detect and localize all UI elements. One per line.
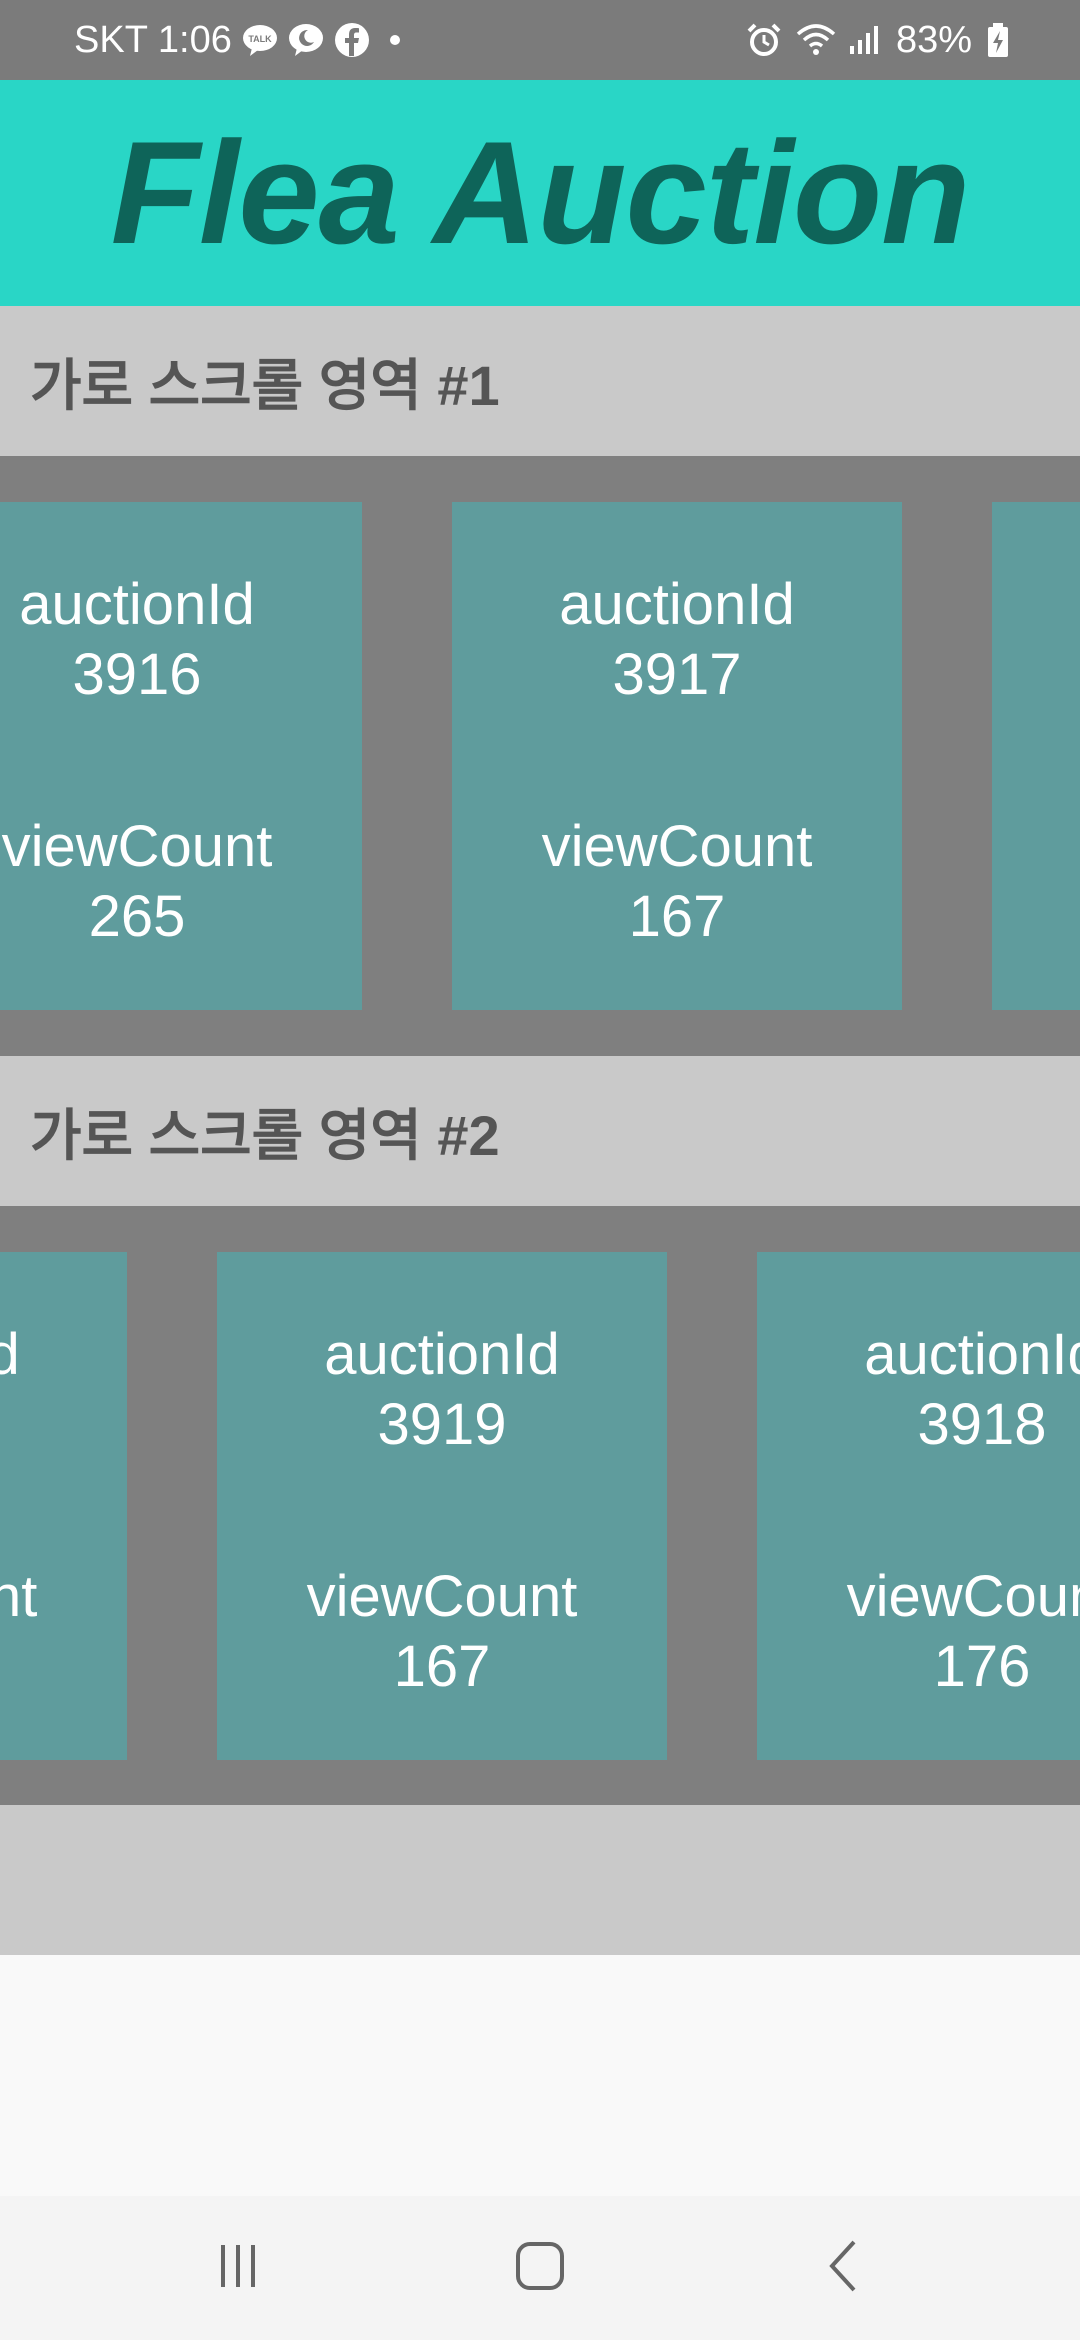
moon-chat-icon [288, 22, 324, 58]
svg-text:TALK: TALK [248, 34, 272, 44]
view-count-label: viewCount [306, 1564, 578, 1629]
clock: 1:06 [157, 18, 232, 61]
auction-card[interactable]: auctionId viewCount [992, 502, 1080, 1010]
bottom-section-strip [0, 1805, 1080, 1955]
auction-id-field: auctionId [992, 570, 1080, 640]
view-count-field: viewCount [992, 812, 1080, 882]
auction-card[interactable]: auctionId viewCount [0, 1252, 127, 1760]
system-nav-bar [0, 2196, 1080, 2340]
auction-id-value: 3917 [612, 642, 742, 707]
facebook-icon [334, 22, 370, 58]
view-count-value: 265 [88, 884, 186, 949]
auction-id-field: auctionId [0, 1320, 127, 1390]
auction-id-value: 3919 [377, 1392, 507, 1457]
auction-id-value: 3916 [72, 642, 202, 707]
wifi-icon [796, 22, 836, 58]
view-count-label: viewCount [992, 812, 1080, 882]
recent-apps-button[interactable] [158, 2196, 318, 2340]
horizontal-scroll-2[interactable]: auctionId viewCount auctionId 3919 viewC… [0, 1206, 1080, 1806]
recent-apps-icon [213, 2241, 263, 2296]
auction-id-label: auctionId [324, 1322, 560, 1387]
app-header: Flea Auction [0, 80, 1080, 306]
auction-id-label: auctionId [559, 572, 795, 637]
kakaotalk-icon: TALK [242, 22, 278, 58]
signal-icon [846, 22, 882, 58]
auction-card[interactable]: auctionId 3918 viewCount 176 [757, 1252, 1080, 1760]
back-button[interactable] [764, 2196, 924, 2340]
notification-dot [389, 35, 400, 45]
view-count-value: 167 [628, 884, 726, 949]
battery-icon [986, 22, 1022, 58]
horizontal-scroll-1[interactable]: auctionId 3916 viewCount 265 auctionId 3… [0, 456, 1080, 1056]
app-title: Flea Auction [110, 111, 971, 274]
view-count-field: viewCount 167 [452, 812, 902, 952]
auction-id-field: auctionId 3918 [757, 1320, 1080, 1460]
view-count-field: viewCount [0, 1562, 127, 1632]
view-count-value: 176 [933, 1634, 1031, 1699]
section-2-label: 가로 스크롤 영역 #2 [30, 1103, 500, 1167]
view-count-label: viewCount [1, 814, 273, 879]
view-count-field: viewCount 265 [0, 812, 362, 952]
auction-id-field: auctionId 3919 [217, 1320, 667, 1460]
auction-id-label: auctionId [864, 1322, 1080, 1387]
home-icon [514, 2240, 566, 2297]
battery-percent: 83% [895, 18, 972, 61]
auction-id-label: auctionId [19, 572, 255, 637]
section-1-label: 가로 스크롤 영역 #1 [30, 353, 500, 417]
section-2-header: 가로 스크롤 영역 #2 [0, 1056, 1080, 1206]
auction-card[interactable]: auctionId 3916 viewCount 265 [0, 502, 362, 1010]
auction-id-field: auctionId 3917 [452, 570, 902, 710]
auction-id-field: auctionId 3916 [0, 570, 362, 710]
auction-id-label: auctionId [992, 570, 1080, 640]
view-count-field: viewCount 167 [217, 1562, 667, 1702]
view-count-value: 167 [393, 1634, 491, 1699]
auction-id-label: auctionId [0, 1322, 20, 1387]
carrier-label: SKT [74, 18, 148, 61]
section-1-header: 가로 스크롤 영역 #1 [0, 306, 1080, 456]
view-count-label: viewCount [0, 1564, 38, 1629]
auction-card[interactable]: auctionId 3919 viewCount 167 [217, 1252, 667, 1760]
status-bar: SKT 1:06 TALK 83% [0, 0, 1080, 80]
auction-id-value: 3918 [917, 1392, 1047, 1457]
alarm-icon [746, 22, 782, 58]
view-count-label: viewCount [846, 1564, 1080, 1629]
auction-card[interactable]: auctionId 3917 viewCount 167 [452, 502, 902, 1010]
view-count-label: viewCount [541, 814, 813, 879]
view-count-field: viewCount 176 [757, 1562, 1080, 1702]
back-icon [824, 2238, 864, 2299]
home-button[interactable] [460, 2196, 620, 2340]
